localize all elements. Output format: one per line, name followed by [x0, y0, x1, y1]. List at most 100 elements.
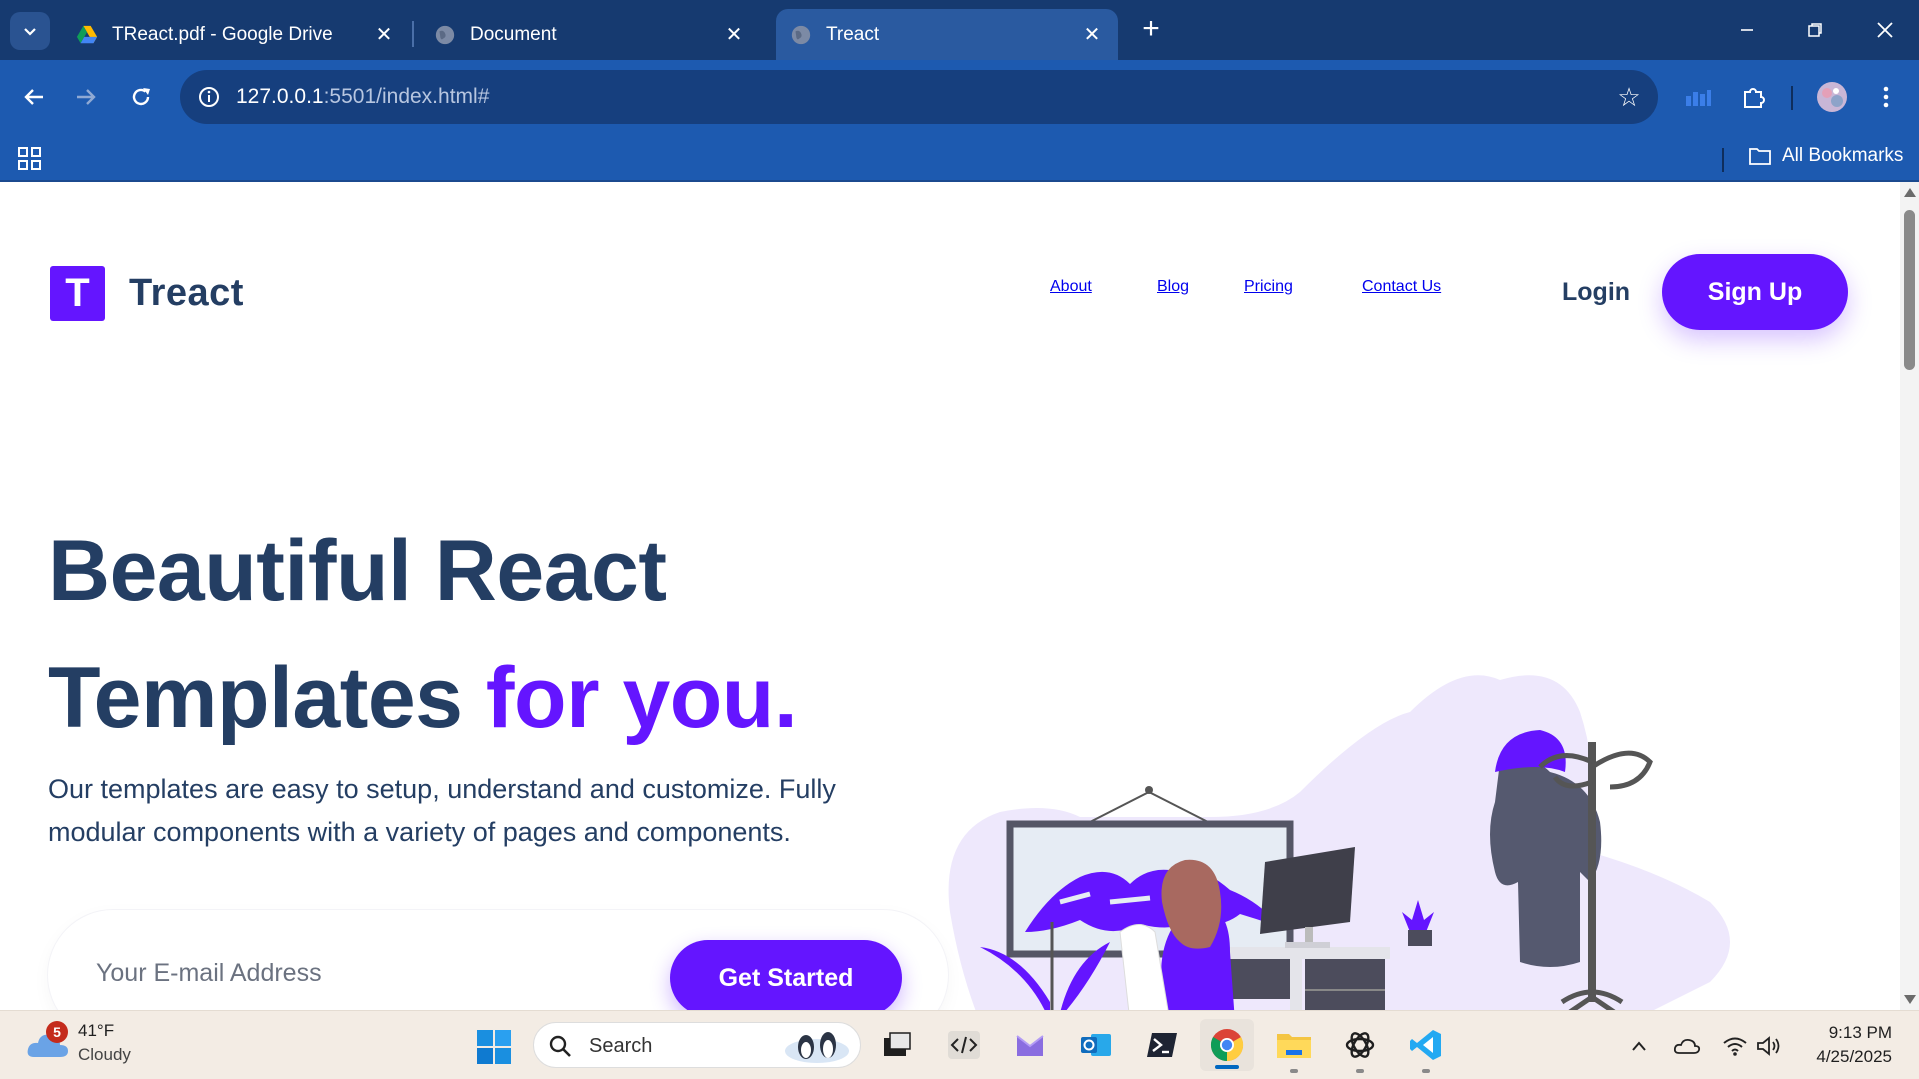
email-input[interactable]: [96, 950, 656, 996]
weather-temperature: 41°F: [78, 1021, 115, 1040]
weather-widget[interactable]: 5 41°F Cloudy: [26, 1019, 131, 1067]
chatgpt-icon: [1345, 1032, 1375, 1058]
onedrive-tray[interactable]: [1672, 1031, 1702, 1061]
taskbar-chatgpt[interactable]: [1340, 1025, 1380, 1073]
hero-description: Our templates are easy to setup, underst…: [48, 774, 836, 847]
new-tab-button[interactable]: +: [1136, 14, 1166, 44]
frame-nail: [1145, 786, 1153, 794]
bookmarks-separator: [1722, 148, 1724, 172]
tab-google-drive[interactable]: TReact.pdf - Google Drive ✕: [62, 9, 410, 60]
kebab-menu-icon: [1883, 86, 1889, 108]
globe-icon: [791, 25, 811, 44]
desk-drawers: [1305, 959, 1385, 1010]
weather-cloud-icon: 5: [26, 1021, 70, 1063]
reload-button[interactable]: [121, 77, 161, 117]
login-link[interactable]: Login: [1562, 278, 1630, 307]
toolbar-separator: [1791, 86, 1793, 110]
wifi-tray[interactable]: [1720, 1031, 1750, 1061]
scroll-down-arrow-icon[interactable]: [1904, 995, 1916, 1004]
browser-menu-button[interactable]: [1866, 77, 1906, 117]
page-scrollbar[interactable]: [1900, 182, 1919, 1010]
volume-tray[interactable]: [1754, 1031, 1784, 1061]
taskbar-vscode[interactable]: [1406, 1025, 1446, 1073]
chrome-icon: [1210, 1029, 1244, 1062]
google-drive-icon: [76, 25, 98, 43]
folder-icon: [1277, 1034, 1311, 1058]
sign-up-button[interactable]: Sign Up: [1662, 254, 1848, 330]
web-page: T Treact About Blog Pricing Contact Us L…: [0, 182, 1900, 1010]
running-indicator: [1356, 1069, 1364, 1073]
restore-button[interactable]: [1790, 10, 1840, 50]
bookmark-star-icon[interactable]: ☆: [1614, 82, 1644, 112]
code-brackets-icon: [948, 1031, 980, 1059]
reload-icon: [132, 88, 150, 106]
forward-button[interactable]: [66, 77, 106, 117]
search-icon: [549, 1035, 571, 1057]
get-started-button[interactable]: Get Started: [670, 940, 902, 1010]
taskbar-task-view[interactable]: [877, 1025, 917, 1065]
vscode-icon: [1410, 1030, 1441, 1060]
penguins-search-highlight-icon: [785, 1032, 849, 1063]
taskbar-code-app[interactable]: [944, 1025, 984, 1065]
url-text[interactable]: 127.0.0.1:5501/index.html#: [236, 85, 489, 109]
weather-badge: 5: [46, 1021, 68, 1043]
nav-link-about[interactable]: About: [1050, 278, 1092, 296]
close-icon[interactable]: ✕: [722, 23, 746, 47]
clock-date: 4/25/2025: [1816, 1047, 1892, 1066]
tab-search-button[interactable]: [10, 12, 50, 50]
back-button[interactable]: [14, 77, 54, 117]
minimize-button[interactable]: [1722, 10, 1772, 50]
hero-heading-main: Templates: [48, 650, 486, 746]
close-icon[interactable]: ✕: [372, 23, 396, 47]
taskbar-file-explorer[interactable]: [1274, 1025, 1314, 1073]
weather-condition: Cloudy: [78, 1045, 131, 1064]
arrow-right-icon: [77, 89, 96, 105]
taskbar-chrome[interactable]: [1200, 1019, 1254, 1071]
taskbar-clock[interactable]: 9:13 PM 4/25/2025: [1796, 1021, 1892, 1069]
tab-document[interactable]: Document ✕: [420, 9, 760, 60]
scroll-up-arrow-icon[interactable]: [1904, 188, 1916, 197]
hero-heading-accent: for you.: [485, 650, 798, 746]
scrollbar-thumb[interactable]: [1904, 210, 1915, 370]
chevron-down-icon: [24, 28, 36, 36]
tab-title: Document: [470, 23, 557, 45]
speaker-icon: [1757, 1036, 1780, 1056]
logo-mark: T: [50, 266, 105, 321]
clock-time: 9:13 PM: [1828, 1023, 1892, 1042]
tab-title: TReact.pdf - Google Drive: [112, 23, 333, 45]
tab-separator: [412, 21, 414, 47]
address-bar[interactable]: 127.0.0.1:5501/index.html# ☆: [180, 70, 1658, 124]
wifi-icon: [1723, 1037, 1747, 1056]
hero-heading-line-2: Templates for you.: [48, 649, 798, 748]
tab-treact[interactable]: Treact ✕: [776, 9, 1118, 60]
extensions-button[interactable]: [1734, 77, 1774, 117]
extension-metrics-button[interactable]: [1678, 77, 1718, 117]
search-label: Search: [589, 1035, 653, 1057]
nav-link-pricing[interactable]: Pricing: [1244, 278, 1293, 296]
taskbar-search-box[interactable]: Search: [533, 1022, 861, 1068]
avatar: [1817, 82, 1847, 112]
site-logo[interactable]: T Treact: [50, 266, 244, 321]
apps-grid-icon[interactable]: [17, 146, 43, 172]
cloud-icon: [1673, 1038, 1701, 1054]
email-signup-form: Get Started: [48, 910, 948, 1010]
site-info-icon[interactable]: [194, 82, 224, 112]
task-view-icon: [884, 1032, 911, 1056]
arrow-left-icon: [24, 89, 43, 105]
folder-icon: [1749, 148, 1771, 165]
nav-link-contact-us[interactable]: Contact Us: [1362, 278, 1441, 296]
nav-link-blog[interactable]: Blog: [1157, 278, 1189, 296]
puzzle-piece-icon: [1744, 88, 1765, 108]
taskbar-mail-app[interactable]: [1010, 1025, 1050, 1065]
profile-button[interactable]: [1812, 77, 1852, 117]
close-icon: [1877, 22, 1893, 38]
show-hidden-icons-button[interactable]: [1624, 1031, 1654, 1061]
close-window-button[interactable]: [1860, 10, 1910, 50]
taskbar-powershell[interactable]: [1142, 1025, 1182, 1065]
minimize-icon: [1741, 29, 1753, 31]
all-bookmarks-button[interactable]: All Bookmarks: [1748, 145, 1903, 167]
windows-start-icon[interactable]: [476, 1029, 512, 1065]
taskbar-outlook[interactable]: [1076, 1025, 1116, 1065]
close-icon[interactable]: ✕: [1080, 23, 1104, 47]
globe-icon: [435, 25, 455, 44]
